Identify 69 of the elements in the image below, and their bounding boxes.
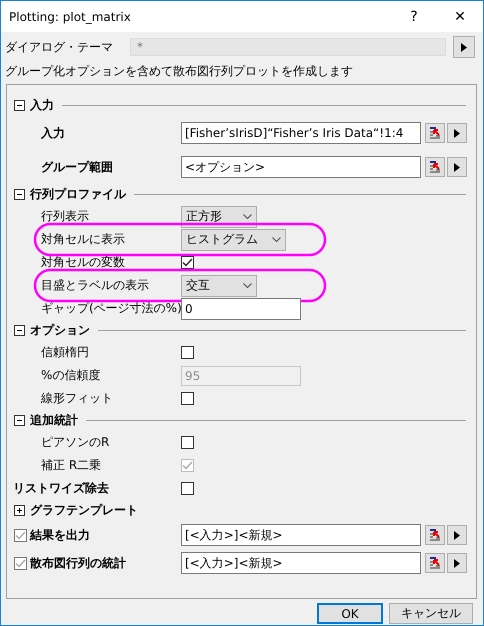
close-button[interactable]: ✕	[437, 8, 483, 24]
section-title[interactable]: 行列プロファイル	[30, 186, 126, 203]
dropdown[interactable]: ヒストグラム	[181, 228, 286, 250]
arrow-button[interactable]	[447, 525, 467, 545]
triangle-icon	[454, 530, 460, 540]
checkbox[interactable]	[181, 436, 194, 449]
field-label: 入力	[41, 124, 66, 142]
cancel-button[interactable]: キャンセル	[389, 603, 473, 624]
list-arrow-icon	[429, 556, 441, 570]
arrow-button[interactable]	[453, 36, 475, 58]
list-arrow-icon	[429, 528, 441, 542]
field-label: 信頼楕円	[41, 344, 90, 361]
chevron-icon	[272, 237, 281, 242]
field-label: ピアソンのR	[41, 434, 110, 451]
list-arrow-icon	[429, 160, 441, 174]
collapse-icon[interactable]	[14, 415, 25, 426]
collapse-icon[interactable]	[14, 189, 25, 200]
range-select-button[interactable]	[425, 123, 445, 143]
input-field[interactable]: [Fisher’sIrisD]“Fisher’s Iris Data“!1:4	[181, 122, 421, 144]
field-label: 対角セルの変数	[41, 254, 126, 271]
ok-button[interactable]: OK	[317, 603, 383, 624]
section-title[interactable]: 入力	[30, 97, 54, 114]
section-title[interactable]: グラフテンプレート	[30, 502, 138, 519]
checkbox[interactable]	[181, 256, 194, 269]
section-title[interactable]: オプション	[30, 322, 90, 339]
dropdown[interactable]: 正方形	[181, 206, 257, 228]
field-label: 対角セルに表示	[41, 231, 126, 248]
range-select-button[interactable]	[425, 525, 445, 545]
input-field[interactable]: 0	[181, 298, 301, 320]
checkbox[interactable]	[181, 392, 194, 405]
input-field[interactable]: [<入力>]<新規>	[181, 552, 421, 574]
field-label: 散布図行列の統計	[30, 554, 127, 572]
description-text: グループ化オプションを含めて散布図行列プロットを作成します	[4, 63, 354, 80]
field-label: %の信頼度	[41, 367, 102, 384]
field-label: 結果を出力	[30, 526, 91, 544]
field-label: 線形フィット	[41, 390, 114, 407]
arrow-button[interactable]	[447, 553, 467, 573]
field-label: 補正 R二乗	[41, 457, 102, 474]
triangle-icon	[454, 128, 460, 138]
range-select-button[interactable]	[425, 157, 445, 177]
dropdown[interactable]: 交互	[181, 274, 257, 296]
theme-field[interactable]: *	[130, 38, 446, 56]
theme-label: ダイアログ・テーマ	[5, 38, 114, 56]
window-title: Plotting: plot_matrix	[9, 10, 132, 24]
collapse-icon[interactable]	[14, 325, 25, 336]
triangle-icon	[454, 558, 460, 568]
help-button[interactable]: ?	[391, 8, 437, 24]
range-select-button[interactable]	[425, 553, 445, 573]
checkbox[interactable]	[14, 528, 27, 542]
checkbox[interactable]	[14, 556, 27, 570]
arrow-button[interactable]	[447, 123, 467, 143]
chevron-icon	[243, 214, 252, 219]
arrow-button[interactable]	[447, 157, 467, 177]
expand-icon[interactable]	[14, 505, 25, 516]
collapse-icon[interactable]	[14, 100, 25, 111]
triangle-icon	[461, 42, 467, 52]
field-label: グループ範囲	[41, 158, 114, 176]
checkbox[interactable]	[181, 482, 194, 495]
input-field[interactable]: <オプション>	[181, 156, 421, 178]
triangle-icon	[454, 162, 460, 172]
chevron-icon	[243, 283, 252, 288]
list-arrow-icon	[429, 126, 441, 140]
input-field[interactable]: [<入力>]<新規>	[181, 524, 421, 546]
field-label: 目盛とラベルの表示	[41, 277, 150, 294]
field-label: リストワイズ除去	[13, 480, 110, 497]
section-title[interactable]: 追加統計	[30, 412, 78, 429]
field-label: 行列表示	[41, 208, 90, 225]
input-field: 95	[181, 366, 301, 386]
checkbox[interactable]	[181, 346, 194, 359]
